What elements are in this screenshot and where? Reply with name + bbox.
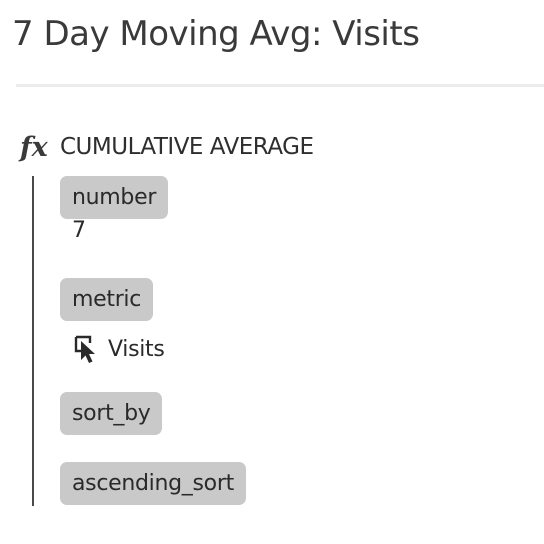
function-name[interactable]: CUMULATIVE AVERAGE [60,134,314,160]
param-number-value[interactable]: 7 [72,218,86,243]
param-sort-by-chip[interactable]: sort_by [60,392,163,435]
param-metric-value[interactable]: Visits [72,332,165,366]
function-bracket-line [32,176,34,506]
param-metric-chip[interactable]: metric [60,278,154,321]
function-header: fx CUMULATIVE AVERAGE [20,128,314,166]
title-divider [16,84,544,87]
param-number-chip[interactable]: number [60,176,169,219]
param-ascending-sort-chip[interactable]: ascending_sort [60,462,246,505]
metric-cursor-icon [72,333,100,365]
metric-label: Visits [108,336,165,362]
fx-icon: fx [20,131,48,163]
page-title: 7 Day Moving Avg: Visits [12,14,420,54]
